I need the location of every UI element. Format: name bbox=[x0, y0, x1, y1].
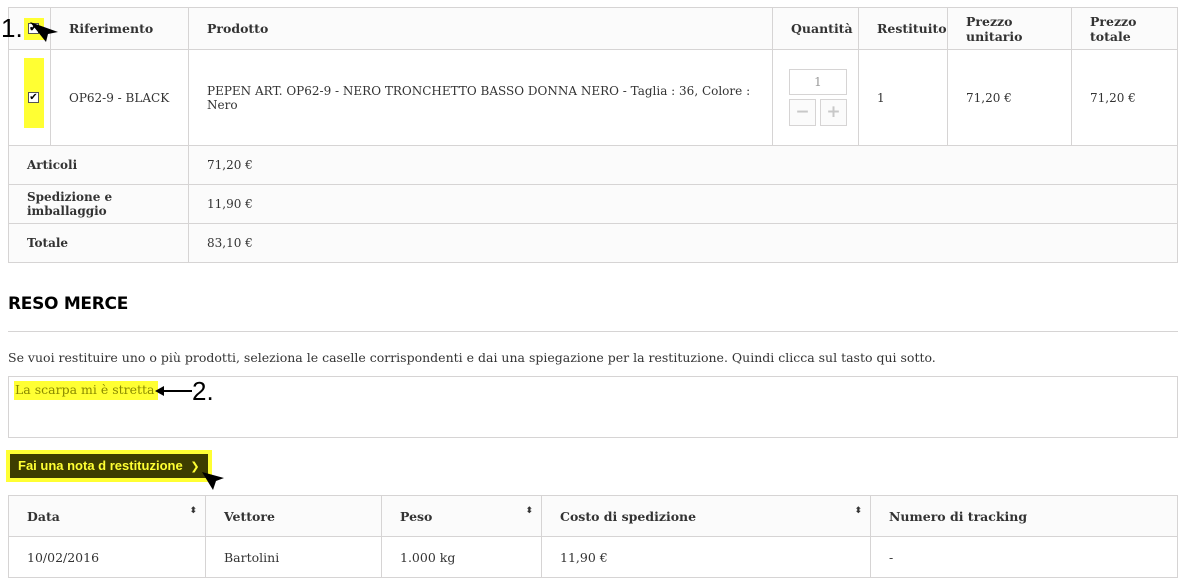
summary-value: 71,20 € bbox=[188, 145, 1178, 185]
col-carrier: Vettore bbox=[205, 495, 382, 537]
summary-row-shipping: Spedizione e imballaggio 11,90 € bbox=[8, 184, 1178, 224]
return-instructions: Se vuoi restituire uno o più prodotti, s… bbox=[8, 350, 936, 365]
col-returned: Restituito bbox=[858, 7, 948, 50]
summary-label: Spedizione e imballaggio bbox=[8, 184, 189, 224]
chevron-right-icon: ❯ bbox=[190, 460, 200, 473]
shipping-table: Data ⬍ Vettore Peso ⬍ Costo di spedizion… bbox=[8, 495, 1178, 578]
summary-label: Totale bbox=[8, 223, 189, 263]
col-quantity: Quantità bbox=[772, 7, 859, 50]
total-price-value: 71,20 € bbox=[1071, 49, 1178, 146]
shipping-cost: 11,90 € bbox=[541, 536, 871, 578]
returned-value: 1 bbox=[858, 49, 948, 146]
return-reason-text: La scarpa mi è stretta bbox=[14, 381, 158, 400]
section-divider bbox=[8, 331, 1178, 332]
summary-row-items: Articoli 71,20 € bbox=[8, 145, 1178, 185]
shipping-weight: 1.000 kg bbox=[381, 536, 542, 578]
submit-return-button[interactable]: Fai una nota d restituzione ❯ bbox=[6, 450, 212, 482]
product-name: PEPEN ART. OP62-9 - NERO TRONCHETTO BASS… bbox=[188, 49, 773, 146]
summary-row-total: Totale 83,10 € bbox=[8, 223, 1178, 263]
col-date[interactable]: Data ⬍ bbox=[8, 495, 206, 537]
col-tracking-number: Numero di tracking bbox=[870, 495, 1178, 537]
order-header-row: ✔ Riferimento Prodotto Quantità Restitui… bbox=[8, 7, 1178, 50]
sort-icon[interactable]: ⬍ bbox=[525, 507, 533, 516]
summary-value: 83,10 € bbox=[188, 223, 1178, 263]
product-reference: OP62-9 - BLACK bbox=[50, 49, 189, 146]
quantity-cell: 1 − + bbox=[772, 49, 859, 146]
col-product: Prodotto bbox=[188, 7, 773, 50]
tracking-number: - bbox=[870, 536, 1178, 578]
section-title: RESO MERCE bbox=[8, 294, 129, 314]
quantity-decrease-button[interactable]: − bbox=[789, 99, 816, 126]
order-details-table: ✔ Riferimento Prodotto Quantità Restitui… bbox=[8, 7, 1178, 263]
shipping-carrier: Bartolini bbox=[205, 536, 382, 578]
product-checkbox-cell: ✔ bbox=[8, 49, 51, 146]
product-row: ✔ OP62-9 - BLACK PEPEN ART. OP62-9 - NER… bbox=[8, 49, 1178, 146]
submit-return-label: Fai una nota d restituzione bbox=[18, 458, 183, 473]
summary-value: 11,90 € bbox=[188, 184, 1178, 224]
col-weight[interactable]: Peso ⬍ bbox=[381, 495, 542, 537]
shipping-date: 10/02/2016 bbox=[8, 536, 206, 578]
annotation-arrow-icon bbox=[155, 386, 192, 396]
annotation-arrow-icon bbox=[30, 22, 58, 42]
sort-icon[interactable]: ⬍ bbox=[189, 507, 197, 516]
unit-price-value: 71,20 € bbox=[947, 49, 1072, 146]
col-shipping-cost[interactable]: Costo di spedizione ⬍ bbox=[541, 495, 871, 537]
shipping-header-row: Data ⬍ Vettore Peso ⬍ Costo di spedizion… bbox=[8, 495, 1178, 537]
quantity-input[interactable]: 1 bbox=[789, 69, 847, 95]
product-checkbox[interactable]: ✔ bbox=[28, 92, 39, 103]
quantity-increase-button[interactable]: + bbox=[820, 99, 847, 126]
col-unit-price: Prezzo unitario bbox=[947, 7, 1072, 50]
annotation-step-2: 2. bbox=[192, 376, 214, 406]
annotation-step-1: 1. bbox=[1, 13, 23, 43]
sort-icon[interactable]: ⬍ bbox=[854, 507, 862, 516]
col-reference: Riferimento bbox=[50, 7, 189, 50]
table-row: 10/02/2016 Bartolini 1.000 kg 11,90 € - bbox=[8, 536, 1178, 578]
col-total-price: Prezzo totale bbox=[1071, 7, 1178, 50]
summary-label: Articoli bbox=[8, 145, 189, 185]
